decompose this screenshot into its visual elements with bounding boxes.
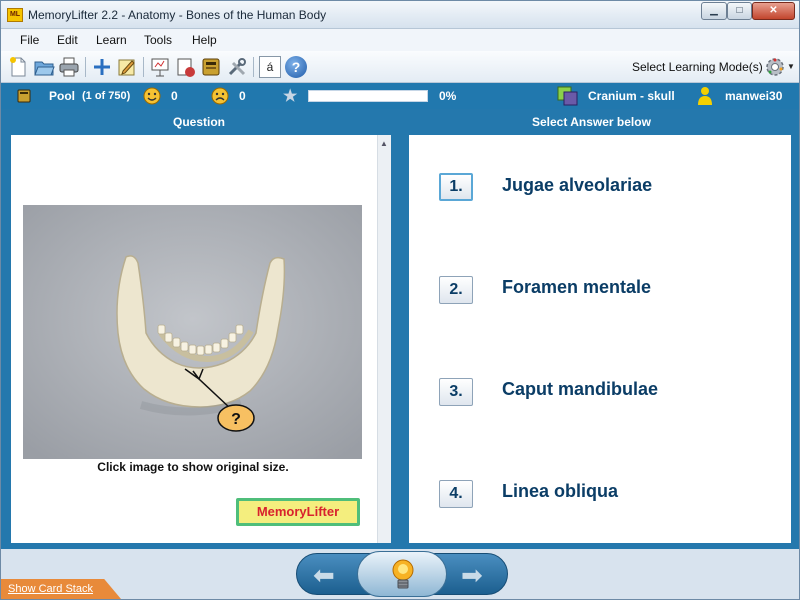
answer-1-text[interactable]: Jugae alveolariae <box>502 175 652 196</box>
minimize-button[interactable]: ▁ <box>701 2 727 20</box>
chapter-icon <box>557 86 578 106</box>
character-map-icon[interactable]: á <box>259 56 281 78</box>
pool-count: (1 of 750) <box>82 90 131 102</box>
happy-face-icon <box>143 87 161 105</box>
title-bar: ML MemoryLifter 2.2 - Anatomy - Bones of… <box>1 1 799 29</box>
gear-icon[interactable] <box>764 56 786 78</box>
answer-4-button[interactable]: 4. <box>439 480 473 508</box>
answer-3-button[interactable]: 3. <box>439 378 473 406</box>
answer-2-text[interactable]: Foramen mentale <box>502 277 651 298</box>
question-scrollbar[interactable]: ▲ <box>377 135 391 543</box>
answer-header: Select Answer below <box>532 115 651 129</box>
toolbar: á ? Select Learning Mode(s) ▼ <box>1 51 799 83</box>
new-document-icon[interactable] <box>7 56 29 78</box>
question-marker: ? <box>231 411 241 428</box>
window-title: MemoryLifter 2.2 - Anatomy - Bones of th… <box>28 8 327 22</box>
main-area: Question Select Answer below ? Click ima… <box>1 109 799 549</box>
learning-mode-label[interactable]: Select Learning Mode(s) <box>632 60 763 74</box>
card-box-icon[interactable] <box>200 56 222 78</box>
app-window: ML MemoryLifter 2.2 - Anatomy - Bones of… <box>0 0 800 600</box>
menu-learn[interactable]: Learn <box>96 33 127 47</box>
question-panel: ? Click image to show original size. Mem… <box>11 135 391 543</box>
toolbar-separator <box>85 57 86 77</box>
menu-tools[interactable]: Tools <box>144 33 172 47</box>
sad-face-icon <box>211 87 229 105</box>
pool-label: Pool <box>49 89 75 103</box>
previous-arrow-icon[interactable]: ⬅ <box>313 562 335 588</box>
user-name: manwei30 <box>725 89 783 103</box>
menu-file[interactable]: File <box>20 33 39 47</box>
toolbar-separator <box>253 57 254 77</box>
edit-card-icon[interactable] <box>116 56 138 78</box>
print-cards-icon[interactable] <box>175 56 197 78</box>
maximize-button[interactable]: □ <box>727 2 752 20</box>
question-header: Question <box>173 115 226 129</box>
answer-2-button[interactable]: 2. <box>439 276 473 304</box>
presentation-icon[interactable] <box>149 56 171 78</box>
show-card-stack-link[interactable]: Show Card Stack <box>8 583 93 595</box>
answer-3-text[interactable]: Caput mandibulae <box>502 379 658 400</box>
scroll-up-icon[interactable]: ▲ <box>380 139 388 148</box>
mandible-photo: ? <box>23 205 362 459</box>
progress-bar <box>308 90 428 102</box>
close-button[interactable]: ✕ <box>752 2 795 20</box>
progress-text: 0% <box>439 89 457 103</box>
settings-tools-icon[interactable] <box>226 56 248 78</box>
app-logo-icon: ML <box>7 8 23 22</box>
answer-4-text[interactable]: Linea obliqua <box>502 481 618 502</box>
wrong-count: 0 <box>239 89 246 103</box>
menu-bar: File Edit Learn Tools Help <box>1 29 799 51</box>
question-image[interactable]: ? <box>23 205 362 459</box>
add-icon[interactable] <box>91 56 113 78</box>
menu-edit[interactable]: Edit <box>57 33 78 47</box>
user-icon <box>698 87 712 105</box>
lightbulb-icon <box>392 559 414 589</box>
bottom-navigation: ⬅ ➡ Show Card Stack <box>1 549 799 599</box>
hint-button[interactable] <box>357 551 447 597</box>
answer-1-button[interactable]: 1. <box>439 173 473 201</box>
memorylifter-logo: MemoryLifter <box>236 498 360 526</box>
star-icon: ★ <box>283 88 298 105</box>
chapter-name: Cranium - skull <box>588 89 675 103</box>
next-arrow-icon[interactable]: ➡ <box>461 562 483 588</box>
image-caption: Click image to show original size. <box>97 460 289 474</box>
toolbar-separator <box>143 57 144 77</box>
print-icon[interactable] <box>58 56 80 78</box>
open-folder-icon[interactable] <box>33 56 55 78</box>
help-icon[interactable]: ? <box>285 56 307 78</box>
answer-panel: 1. Jugae alveolariae 2. Foramen mentale … <box>409 135 791 543</box>
correct-count: 0 <box>171 89 178 103</box>
show-card-stack-tab[interactable]: Show Card Stack <box>1 579 121 599</box>
chevron-down-icon[interactable]: ▼ <box>787 62 795 71</box>
menu-help[interactable]: Help <box>192 33 217 47</box>
learning-status-bar: Pool (1 of 750) 0 0 ★ 0% Cranium - skull… <box>1 83 799 109</box>
card-box-icon <box>17 89 31 103</box>
